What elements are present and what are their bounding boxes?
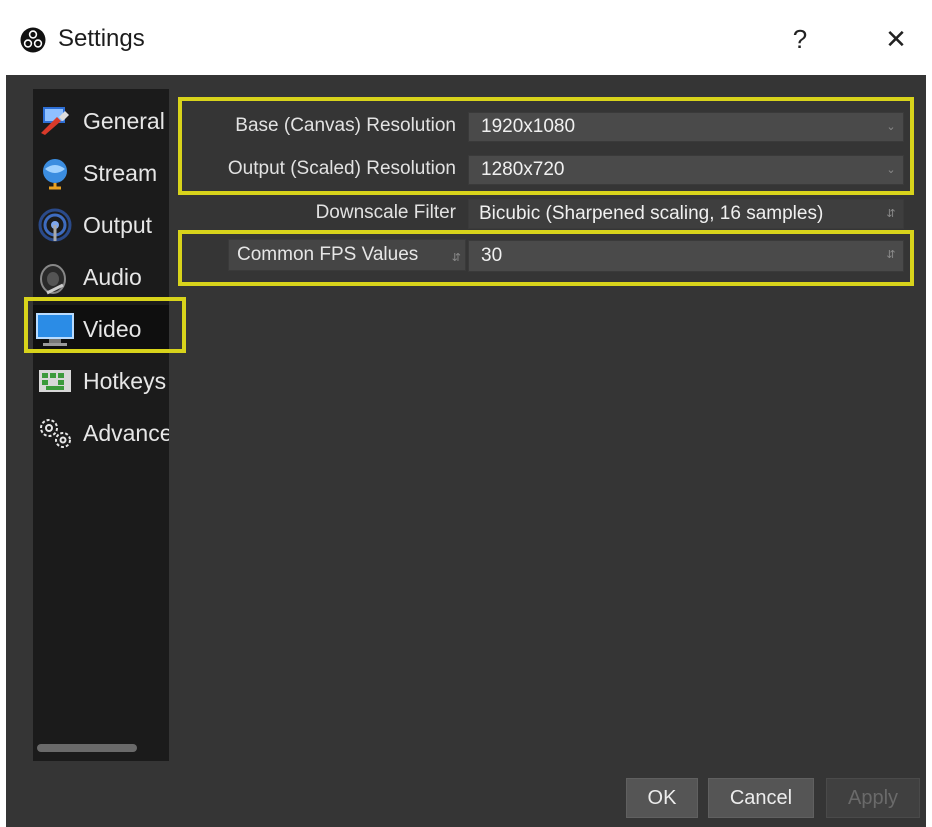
sidebar-item-video[interactable]: Video	[33, 305, 169, 353]
sidebar-item-audio[interactable]: Audio	[33, 253, 169, 301]
downscale-filter-label: Downscale Filter	[315, 202, 456, 223]
fps-value: 30	[481, 245, 503, 266]
sidebar-item-stream[interactable]: Stream	[33, 149, 169, 197]
settings-content: General Stream Output Audio Video Hotkey…	[6, 75, 926, 827]
apply-button[interactable]: Apply	[826, 778, 920, 818]
obs-logo-icon	[20, 27, 46, 53]
video-monitor-icon	[33, 309, 77, 349]
sidebar-item-general[interactable]: General	[33, 97, 169, 145]
sidebar-item-label: General	[83, 107, 165, 134]
sidebar-item-label: Output	[83, 211, 153, 238]
hotkeys-keyboard-icon	[33, 361, 77, 401]
title-bar: Settings ? ✕	[6, 3, 926, 75]
sidebar-item-label: Hotkeys	[83, 367, 167, 394]
close-button[interactable]: ✕	[868, 17, 924, 61]
output-resolution-label: Output (Scaled) Resolution	[227, 158, 456, 179]
sidebar-item-label: Video	[83, 315, 142, 342]
sidebar-item-output[interactable]: Output	[33, 201, 169, 249]
updown-arrows-icon: ⇵	[886, 208, 896, 220]
audio-speaker-icon	[33, 257, 77, 297]
sidebar-item-label: Audio	[83, 263, 142, 290]
help-button[interactable]: ?	[772, 17, 828, 61]
stream-globe-icon	[33, 153, 77, 193]
chevron-down-icon: ⌄	[886, 164, 896, 176]
settings-window: Settings ? ✕ General Stream Output Audio…	[6, 3, 926, 827]
advanced-gears-icon	[33, 413, 77, 453]
sidebar-item-label: Stream	[83, 159, 158, 186]
scrollbar-thumb[interactable]	[37, 744, 137, 752]
base-resolution-combo[interactable]: 1920x1080 ⌄	[468, 112, 904, 142]
sidebar-item-label: Advanced	[83, 419, 169, 446]
chevron-down-icon: ⌄	[886, 121, 896, 133]
base-resolution-label: Base (Canvas) Resolution	[235, 115, 456, 136]
sidebar-item-hotkeys[interactable]: Hotkeys	[33, 357, 169, 405]
fps-type-combo[interactable]: Common FPS Values ⇵	[228, 239, 466, 271]
sidebar-item-advanced[interactable]: Advanced	[33, 409, 169, 457]
base-resolution-value: 1920x1080	[481, 116, 576, 137]
downscale-filter-value: Bicubic (Sharpened scaling, 16 samples)	[479, 203, 824, 224]
output-resolution-value: 1280x720	[481, 159, 565, 180]
settings-sidebar: General Stream Output Audio Video Hotkey…	[33, 89, 169, 761]
output-resolution-combo[interactable]: 1280x720 ⌄	[468, 155, 904, 185]
updown-arrows-icon: ⇵	[451, 252, 461, 264]
updown-arrows-icon: ⇵	[886, 249, 896, 261]
window-title: Settings	[58, 25, 145, 52]
cancel-button[interactable]: Cancel	[708, 778, 814, 818]
sidebar-horizontal-scrollbar[interactable]	[33, 743, 169, 753]
downscale-filter-combo[interactable]: Bicubic (Sharpened scaling, 16 samples) …	[468, 199, 904, 229]
fps-value-combo[interactable]: 30 ⇵	[468, 240, 904, 272]
ok-button[interactable]: OK	[626, 778, 698, 818]
general-icon	[33, 101, 77, 141]
fps-type-value: Common FPS Values	[237, 244, 419, 265]
output-signal-icon	[33, 205, 77, 245]
